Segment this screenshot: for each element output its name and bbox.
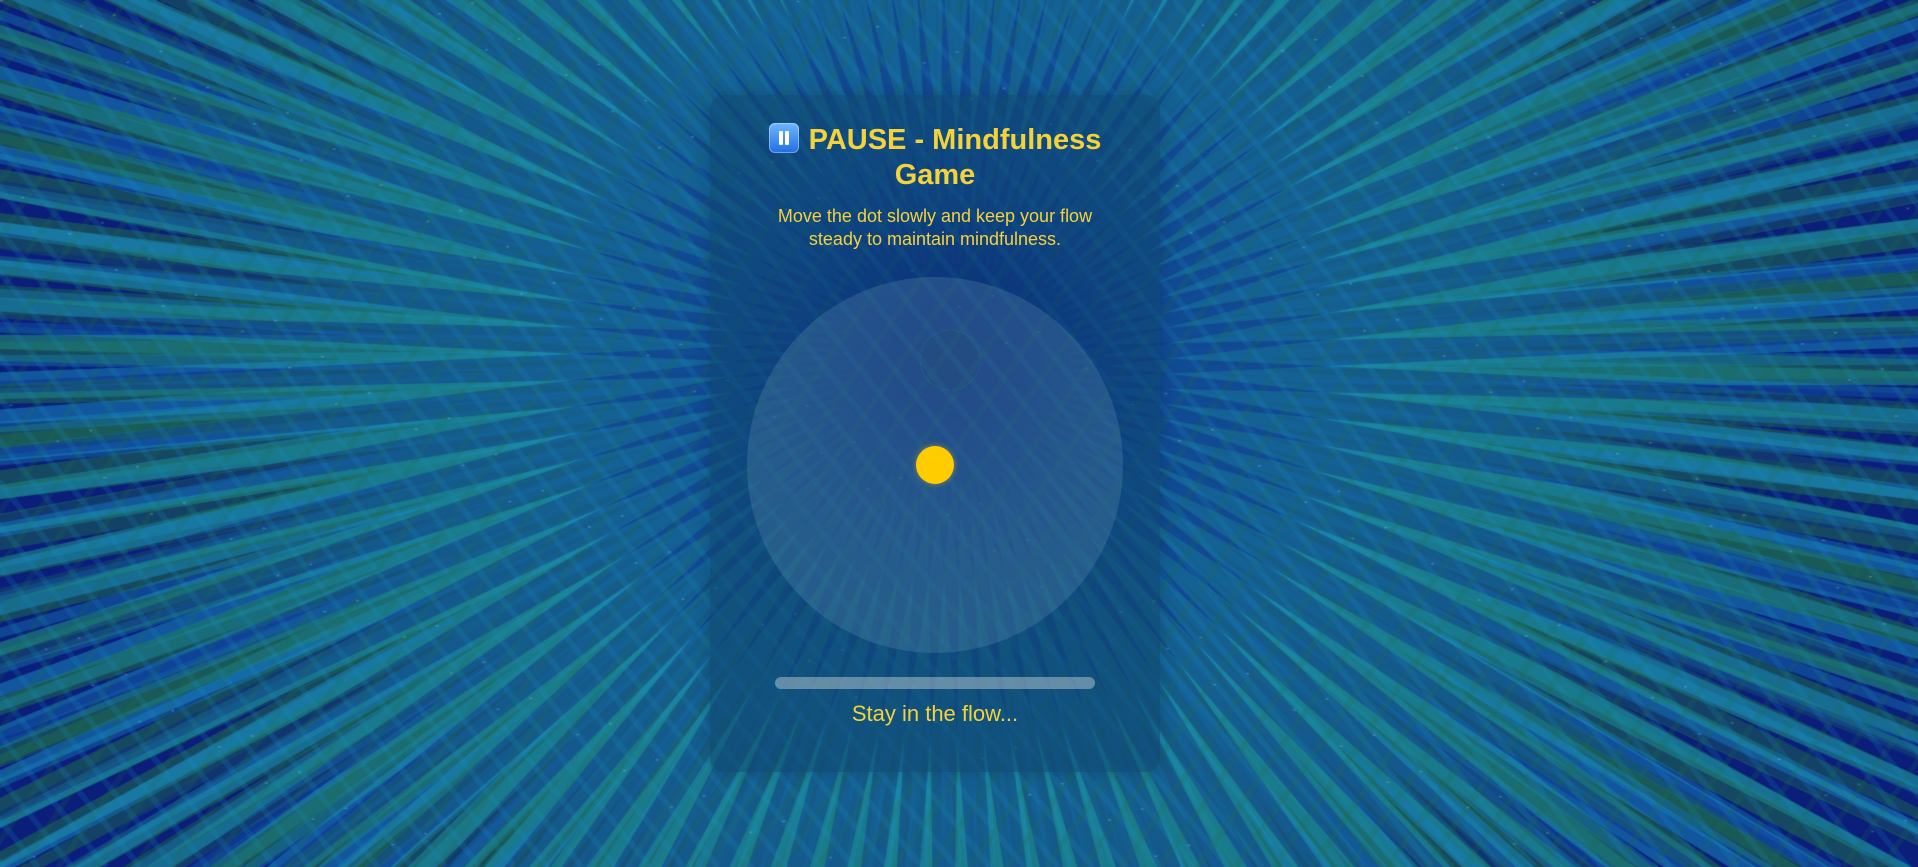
instructions-text: Move the dot slowly and keep your flow s… (777, 206, 1093, 249)
title-text: PAUSE - Mindfulness Game (808, 124, 1102, 191)
status-text: Stay in the flow... (851, 701, 1019, 726)
game-title: PAUSE - Mindfulness Game (710, 123, 1160, 193)
pause-icon (768, 123, 799, 153)
game-panel: PAUSE - Mindfulness Game Move the dot sl… (710, 95, 1160, 772)
player-dot[interactable] (916, 446, 954, 484)
play-area[interactable] (747, 277, 1123, 653)
flow-meter (775, 677, 1095, 689)
